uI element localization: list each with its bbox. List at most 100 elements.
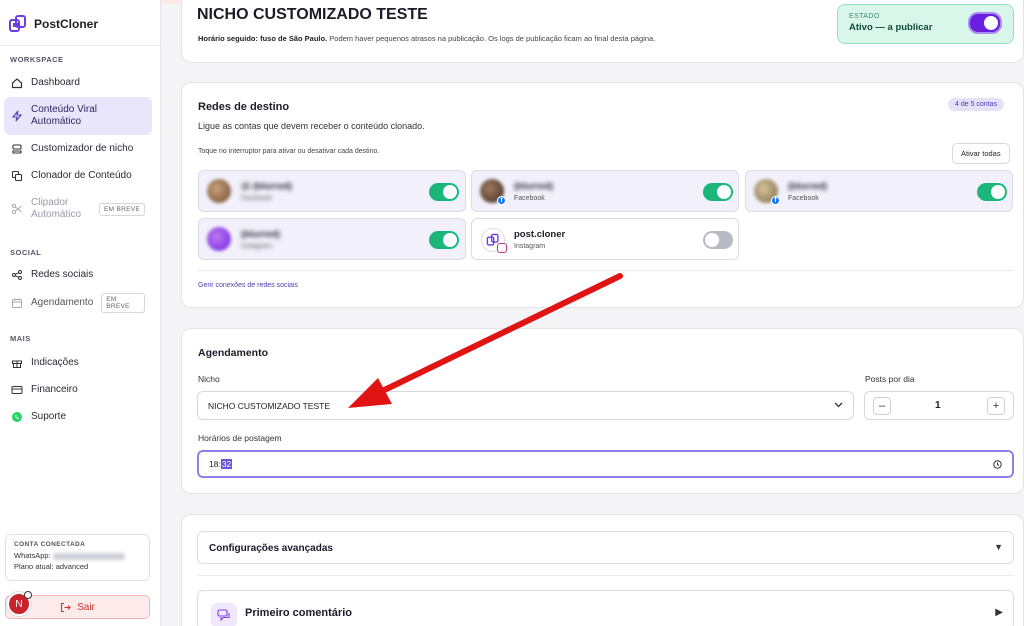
account-avatar bbox=[207, 227, 231, 251]
sidebar-item-finance[interactable]: Financeiro bbox=[4, 381, 152, 398]
gift-icon bbox=[12, 360, 22, 368]
sidebar-item-dashboard[interactable]: Dashboard bbox=[4, 74, 152, 91]
sidebar-item-label: Dashboard bbox=[31, 77, 80, 88]
caret-right-icon: ▶ bbox=[995, 607, 1003, 618]
comment-icon bbox=[211, 603, 237, 626]
niche-label: Nicho bbox=[198, 374, 220, 384]
manage-connections-link[interactable]: Gerir conexões de redes sociais bbox=[198, 282, 298, 289]
advanced-settings-title: Configurações avançadas bbox=[209, 543, 333, 554]
divider bbox=[198, 270, 1014, 271]
toggle-knob bbox=[717, 185, 731, 199]
posting-time-input[interactable]: 18:32 bbox=[197, 450, 1014, 478]
account-card[interactable]: f (blurred) Facebook bbox=[471, 170, 739, 212]
time-minute-selected: 32 bbox=[220, 459, 233, 469]
account-platform: Facebook bbox=[788, 195, 819, 202]
posts-per-day-value: 1 bbox=[935, 400, 941, 411]
whatsapp-number-redacted bbox=[52, 552, 125, 560]
layers-icon bbox=[12, 143, 22, 154]
caret-down-icon: ▼ bbox=[994, 542, 1003, 552]
page-title: NICHO CUSTOMIZADO TESTE bbox=[197, 6, 428, 23]
account-platform: Facebook bbox=[514, 195, 545, 202]
connected-account-box: CONTA CONECTADA WhatsApp: Plano atual: a… bbox=[5, 534, 150, 581]
toggle-knob bbox=[443, 185, 457, 199]
section-more: MAIS bbox=[10, 334, 31, 343]
sidebar-item-referrals[interactable]: Indicações bbox=[4, 354, 152, 371]
activate-all-button[interactable]: Ativar todas bbox=[952, 143, 1010, 164]
time-hour: 18: bbox=[209, 459, 221, 469]
section-social: SOCIAL bbox=[10, 248, 42, 257]
divider bbox=[197, 575, 1014, 576]
accounts-count-badge: 4 de 5 contas bbox=[948, 98, 1005, 111]
facebook-icon: f bbox=[497, 196, 506, 205]
account-toggle[interactable] bbox=[429, 183, 459, 201]
account-card[interactable]: f (blurred) Facebook bbox=[745, 170, 1013, 212]
subtitle-text: Podem haver pequenos atrasos na publicaç… bbox=[327, 34, 656, 43]
subtitle-bold: Horário seguido: fuso de São Paulo. bbox=[198, 34, 328, 43]
coming-soon-badge: EM BREVE bbox=[101, 292, 145, 313]
calendar-icon bbox=[12, 298, 22, 308]
account-toggle[interactable] bbox=[703, 183, 733, 201]
networks-title: Redes de destino bbox=[198, 101, 290, 113]
sidebar-item-content-cloner[interactable]: Clonador de Conteúdo bbox=[4, 167, 152, 184]
sidebar-item-label: Suporte bbox=[31, 411, 67, 422]
account-name-redacted: (blurred) bbox=[788, 181, 828, 192]
account-platform: Instagram bbox=[514, 243, 546, 250]
plan-line: Plano atual: advanced bbox=[14, 562, 89, 571]
sidebar-item-label: Clonador de Conteúdo bbox=[31, 170, 132, 181]
sidebar-item-social-networks[interactable]: Redes sociais bbox=[4, 266, 152, 283]
sidebar-item-label: Agendamento bbox=[31, 297, 94, 308]
account-card[interactable]: post.cloner Instagram bbox=[471, 218, 739, 260]
whatsapp-label: WhatsApp: bbox=[14, 551, 51, 560]
posts-per-day-stepper: – 1 + bbox=[864, 391, 1014, 420]
account-card[interactable]: @ (blurred) Facebook bbox=[198, 170, 466, 212]
niche-select[interactable]: NICHO CUSTOMIZADO TESTE bbox=[197, 391, 854, 420]
lightning-icon bbox=[11, 110, 23, 122]
toggle-knob bbox=[443, 233, 457, 247]
sidebar-item-support[interactable]: Suporte bbox=[4, 408, 152, 425]
sidebar-item-label: Indicações bbox=[31, 357, 79, 368]
sidebar-item-auto-clipper[interactable]: Clipador Automático EM BREVE bbox=[4, 196, 152, 222]
first-comment-accordion[interactable]: Primeiro comentário ▶ bbox=[197, 590, 1014, 626]
sidebar-item-viral-content[interactable]: Conteúdo Viral Automático bbox=[4, 97, 152, 135]
account-platform: Facebook bbox=[241, 195, 272, 202]
active-toggle[interactable] bbox=[968, 12, 1002, 34]
coming-soon-badge: EM BREVE bbox=[99, 202, 145, 216]
sidebar-item-label: Clipador Automático bbox=[31, 197, 82, 220]
account-name-redacted: (blurred) bbox=[514, 181, 554, 192]
scissors-icon bbox=[11, 203, 22, 215]
toggle-knob bbox=[991, 185, 1005, 199]
home-icon bbox=[11, 77, 23, 88]
brand[interactable]: PostCloner bbox=[8, 14, 98, 34]
decrement-button[interactable]: – bbox=[873, 397, 891, 415]
facebook-icon: f bbox=[771, 196, 780, 205]
logout-icon bbox=[61, 602, 71, 612]
increment-button[interactable]: + bbox=[987, 397, 1005, 415]
account-card[interactable]: (blurred) Instagram bbox=[198, 218, 466, 260]
sidebar-item-scheduling[interactable]: Agendamento EM BREVE bbox=[4, 292, 152, 313]
clock-icon[interactable] bbox=[993, 460, 1002, 469]
account-avatar bbox=[207, 179, 231, 203]
sidebar-item-label: Conteúdo Viral Automático bbox=[31, 104, 97, 127]
niche-value: NICHO CUSTOMIZADO TESTE bbox=[208, 401, 331, 411]
first-comment-title: Primeiro comentário bbox=[245, 607, 352, 619]
whatsapp-icon bbox=[12, 411, 22, 422]
instagram-icon bbox=[497, 243, 507, 253]
copy-icon bbox=[11, 170, 23, 181]
logout-label: Sair bbox=[77, 601, 95, 613]
sidebar-item-label: Redes sociais bbox=[31, 269, 94, 280]
logo-icon bbox=[9, 15, 26, 32]
avatar[interactable]: N bbox=[7, 591, 32, 616]
account-toggle[interactable] bbox=[429, 231, 459, 249]
schedule-title: Agendamento bbox=[198, 347, 269, 359]
advanced-settings-accordion[interactable]: Configurações avançadas ▼ bbox=[197, 531, 1014, 564]
account-platform: Instagram bbox=[241, 243, 273, 250]
sidebar-item-niche-customizer[interactable]: Customizador de nicho bbox=[4, 140, 152, 157]
account-toggle[interactable] bbox=[703, 231, 733, 249]
account-name-redacted: @ (blurred) bbox=[241, 181, 292, 192]
page-subtitle: Horário seguido: fuso de São Paulo. Pode… bbox=[198, 34, 655, 43]
card-icon bbox=[11, 385, 23, 394]
divider bbox=[0, 45, 161, 46]
account-toggle[interactable] bbox=[977, 183, 1007, 201]
posting-times-label: Horários de postagem bbox=[198, 433, 282, 443]
account-name-redacted: (blurred) bbox=[241, 229, 281, 240]
